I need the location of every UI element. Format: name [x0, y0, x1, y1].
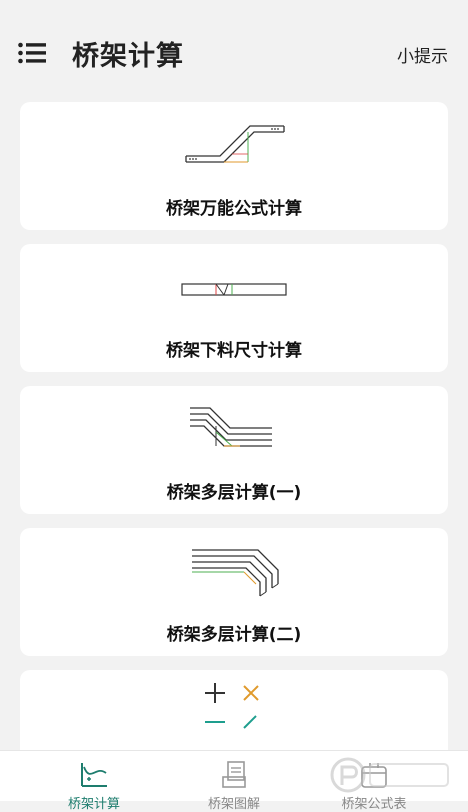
math-operators-icon	[205, 683, 259, 729]
card-label: 桥架多层计算(一)	[166, 483, 302, 503]
chart-calc-icon	[81, 763, 107, 787]
card-cut-size[interactable]: 桥架下料尺寸计算	[20, 244, 448, 372]
card-label: 桥架下料尺寸计算	[166, 341, 302, 361]
card-universal-formula[interactable]: 桥架万能公式计算	[20, 102, 448, 230]
multilayer-bend-diagram-icon	[192, 549, 279, 597]
offset-bend-diagram-icon	[185, 125, 285, 163]
tab-label: 桥架图解	[207, 797, 260, 812]
document-stack-icon	[222, 761, 246, 788]
tab-calculate[interactable]: 桥架计算	[24, 751, 164, 812]
tips-button[interactable]: 小提示	[397, 42, 448, 67]
menu-icon[interactable]	[18, 42, 46, 64]
tab-label: 桥架计算	[67, 797, 120, 812]
card-multilayer-2[interactable]: 桥架多层计算(二)	[20, 528, 448, 656]
card-label: 桥架万能公式计算	[166, 199, 302, 219]
page-title: 桥架计算	[72, 41, 184, 72]
watermark-logo	[330, 757, 449, 793]
tab-diagrams[interactable]: 桥架图解	[164, 751, 304, 812]
app-header: 桥架计算 小提示	[0, 0, 468, 96]
card-multilayer-1[interactable]: 桥架多层计算(一)	[20, 386, 448, 514]
multilayer-offset-diagram-icon	[190, 407, 272, 447]
cut-notch-diagram-icon	[181, 283, 287, 296]
card-label: 桥架多层计算(二)	[166, 625, 302, 645]
